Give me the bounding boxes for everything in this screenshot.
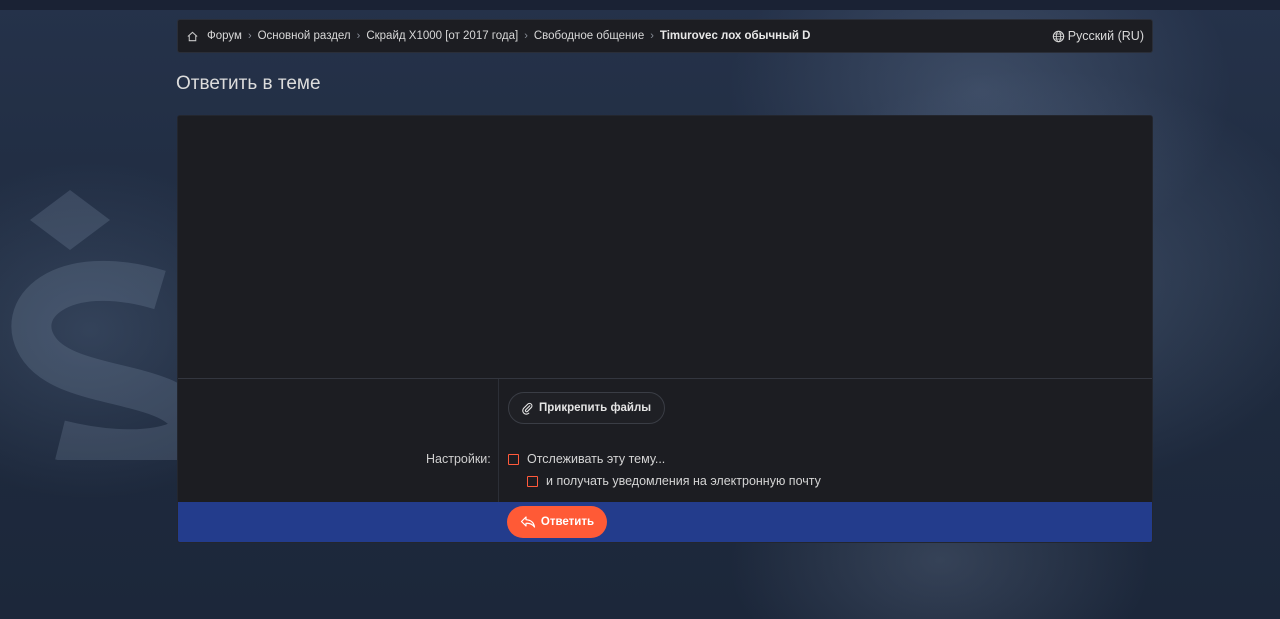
globe-icon xyxy=(1052,30,1065,43)
watch-thread-option[interactable]: Отслеживать эту тему... xyxy=(508,452,665,466)
email-notify-label: и получать уведомления на электронную по… xyxy=(546,474,821,488)
chevron-right-icon: › xyxy=(524,30,528,42)
watch-thread-checkbox[interactable] xyxy=(508,453,519,465)
attach-files-button[interactable]: Прикрепить файлы xyxy=(508,392,666,424)
home-icon[interactable] xyxy=(186,30,199,43)
attach-files-label: Прикрепить файлы xyxy=(539,402,652,414)
breadcrumb-forum[interactable]: Форум xyxy=(207,30,242,42)
chevron-right-icon: › xyxy=(356,30,361,42)
breadcrumb-free-talk[interactable]: Свободное общение xyxy=(534,30,644,42)
settings-label: Настройки: xyxy=(426,452,491,466)
breadcrumb-bar: Форум › Основной раздел › Скрайд X1000 [… xyxy=(177,19,1153,53)
reply-icon xyxy=(520,515,536,529)
breadcrumb-main-section[interactable]: Основной раздел xyxy=(258,30,351,42)
submit-bar: Ответить xyxy=(178,502,1152,542)
message-editor[interactable] xyxy=(178,116,1152,379)
page-title: Ответить в теме xyxy=(176,73,321,94)
email-notify-checkbox[interactable] xyxy=(527,475,538,487)
reply-form: Прикрепить файлы Настройки: Отслеживать … xyxy=(177,115,1153,543)
form-label-column xyxy=(178,379,499,502)
breadcrumb-thread[interactable]: Timurovec лох обычный D xyxy=(660,30,811,42)
paperclip-icon xyxy=(521,402,534,415)
watch-thread-label: Отслеживать эту тему... xyxy=(527,452,666,466)
reply-button[interactable]: Ответить xyxy=(507,506,607,538)
breadcrumb-scryde[interactable]: Скрайд X1000 [от 2017 года] xyxy=(366,30,518,42)
language-label: Русский (RU) xyxy=(1067,29,1144,43)
chevron-right-icon: › xyxy=(650,30,654,42)
language-selector[interactable]: Русский (RU) xyxy=(1052,29,1144,43)
breadcrumb: Форум › Основной раздел › Скрайд X1000 [… xyxy=(186,30,1052,43)
reply-button-label: Ответить xyxy=(540,516,595,528)
chevron-right-icon: › xyxy=(247,30,252,42)
top-bar xyxy=(0,0,1280,10)
email-notify-option[interactable]: и получать уведомления на электронную по… xyxy=(527,474,821,488)
